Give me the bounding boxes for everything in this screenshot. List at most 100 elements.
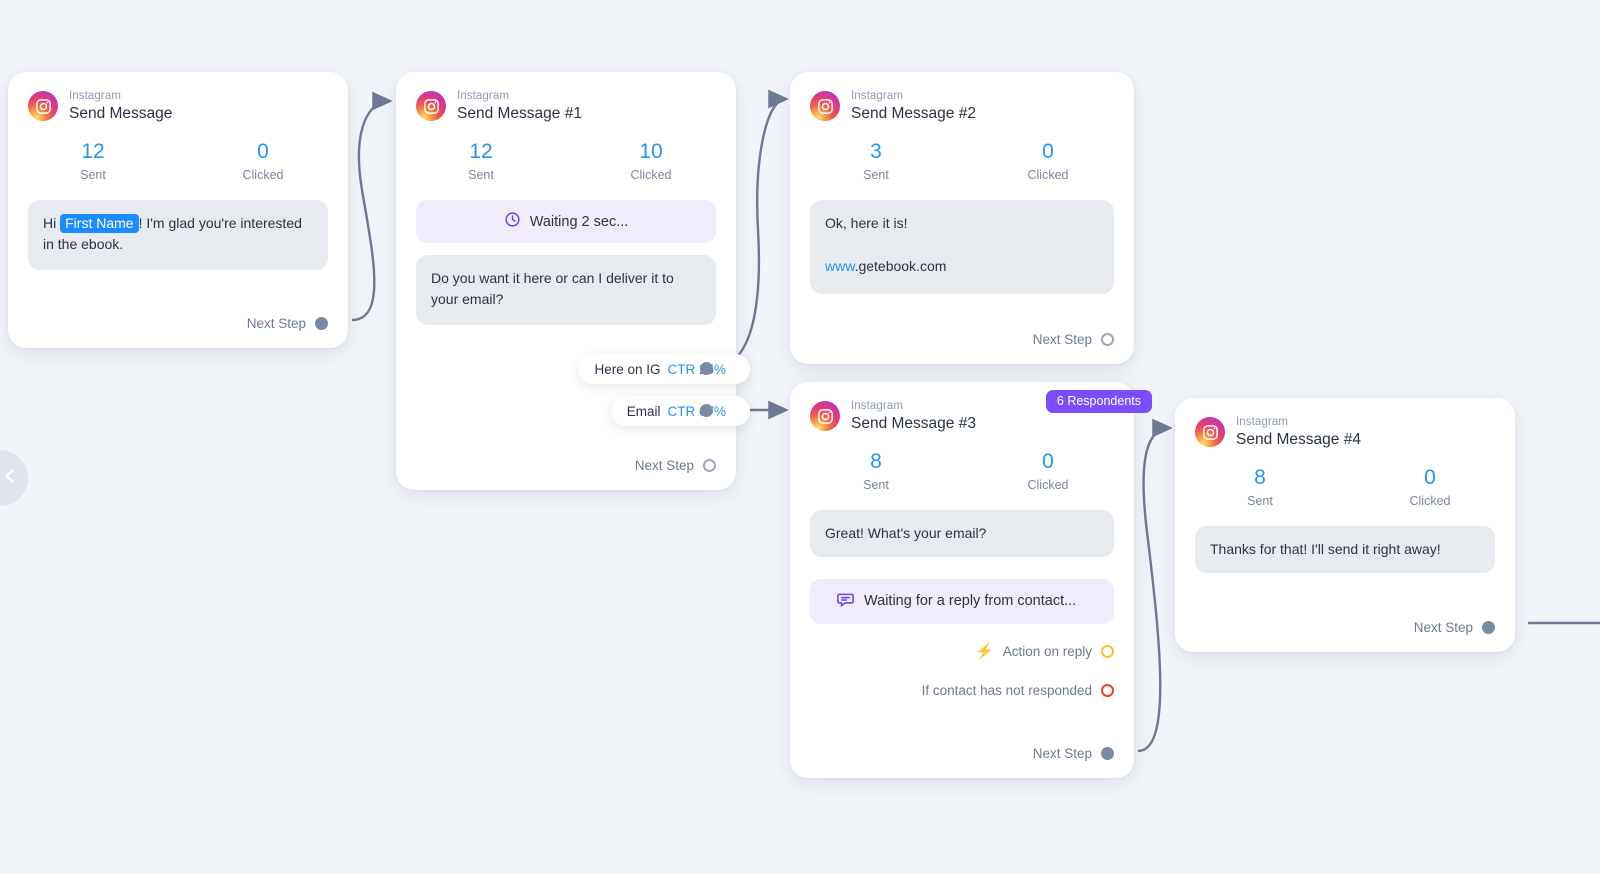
choice-dot-here-on-ig[interactable] <box>700 362 713 375</box>
message-bubble[interactable]: Thanks for that! I'll send it right away… <box>1195 526 1495 572</box>
card-title: Send Message #2 <box>851 105 976 122</box>
card-stats: 8 Sent 0 Clicked <box>790 436 1134 498</box>
flow-card-send-message-1[interactable]: Instagram Send Message #1 12 Sent 10 Cli… <box>396 72 736 490</box>
stat-clicked: 10 Clicked <box>566 140 736 182</box>
stat-label: Sent <box>1175 494 1345 508</box>
message-text: Ok, here it is! <box>825 213 1099 233</box>
card-header: Instagram Send Message <box>8 72 348 126</box>
choice-dot-email[interactable] <box>700 404 713 417</box>
next-step-label: Next Step <box>247 316 306 331</box>
stat-value: 0 <box>962 140 1134 163</box>
stat-value: 10 <box>566 140 736 163</box>
lightning-bolt-icon: ⚡ <box>975 644 994 659</box>
connector-dot[interactable] <box>1482 621 1495 634</box>
instagram-icon <box>810 401 840 431</box>
collapse-panel-button[interactable] <box>0 450 28 506</box>
card-title: Send Message #4 <box>1236 431 1361 448</box>
stat-clicked: 0 Clicked <box>178 140 348 182</box>
instagram-icon <box>810 91 840 121</box>
connector-3-to-4 <box>1138 428 1170 751</box>
instagram-icon <box>1195 417 1225 447</box>
branch-action-on-reply[interactable]: ⚡ Action on reply <box>975 644 1114 659</box>
card-channel: Instagram <box>1236 416 1361 429</box>
chevron-left-icon <box>1 467 19 490</box>
next-step-send-message-1[interactable]: Next Step <box>635 458 716 473</box>
stat-value: 8 <box>790 450 962 473</box>
choice-button-here-on-ig[interactable]: Here on IG CTR 25% <box>578 354 750 384</box>
message-bubble[interactable]: Ok, here it is! www.getebook.com <box>810 200 1114 294</box>
message-bubble[interactable]: Great! What's your email? <box>810 510 1114 556</box>
message-bubble[interactable]: Do you want it here or can I deliver it … <box>416 255 716 325</box>
card-header: Instagram Send Message #2 <box>790 72 1134 126</box>
message-prefix: Hi <box>43 215 60 231</box>
connector-ring[interactable] <box>703 459 716 472</box>
flow-card-send-message[interactable]: Instagram Send Message 12 Sent 0 Clicked… <box>8 72 348 348</box>
stat-label: Sent <box>396 168 566 182</box>
instagram-icon <box>28 91 58 121</box>
flow-card-send-message-2[interactable]: Instagram Send Message #2 3 Sent 0 Click… <box>790 72 1134 364</box>
connector-dot[interactable] <box>1101 747 1114 760</box>
clock-icon <box>504 211 521 232</box>
stat-value: 12 <box>396 140 566 163</box>
choice-label: Here on IG <box>594 362 660 377</box>
next-step-send-message-4[interactable]: Next Step <box>1414 620 1495 635</box>
stat-clicked: 0 Clicked <box>962 140 1134 182</box>
flow-canvas[interactable]: Instagram Send Message 12 Sent 0 Clicked… <box>0 0 1600 874</box>
card-title: Send Message <box>69 105 172 122</box>
respondents-badge[interactable]: 6 Respondents <box>1046 390 1152 413</box>
next-step-send-message[interactable]: Next Step <box>247 316 328 331</box>
card-channel: Instagram <box>851 90 976 103</box>
stat-sent: 12 Sent <box>8 140 178 182</box>
stat-clicked: 0 Clicked <box>962 450 1134 492</box>
card-header: Instagram Send Message #3 6 Respondents <box>790 382 1134 436</box>
branch-label: If contact has not responded <box>922 683 1092 698</box>
card-channel: Instagram <box>851 400 976 413</box>
connector-send-message-to-1 <box>352 101 390 320</box>
stat-label: Sent <box>790 478 962 492</box>
wait-for-reply-step[interactable]: Waiting for a reply from contact... <box>810 579 1114 624</box>
card-channel: Instagram <box>69 90 172 103</box>
stat-label: Clicked <box>1345 494 1515 508</box>
connector-ring[interactable] <box>1101 333 1114 346</box>
card-channel: Instagram <box>457 90 582 103</box>
connector-ring[interactable] <box>1101 684 1114 697</box>
message-link[interactable]: www.getebook.com <box>825 256 1099 276</box>
card-stats: 8 Sent 0 Clicked <box>1175 452 1515 514</box>
merge-tag-first-name[interactable]: First Name <box>60 214 138 233</box>
stat-label: Sent <box>8 168 178 182</box>
next-step-label: Next Step <box>1414 620 1473 635</box>
next-step-label: Next Step <box>635 458 694 473</box>
choice-label: Email <box>627 404 661 419</box>
stat-label: Clicked <box>566 168 736 182</box>
next-step-send-message-2[interactable]: Next Step <box>1033 332 1114 347</box>
delay-label: Waiting 2 sec... <box>530 214 629 230</box>
delay-step[interactable]: Waiting 2 sec... <box>416 200 716 243</box>
branch-not-responded[interactable]: If contact has not responded <box>922 683 1114 698</box>
link-prefix: www <box>825 258 855 274</box>
link-rest: .getebook.com <box>855 258 947 274</box>
connector-dot[interactable] <box>315 317 328 330</box>
wait-reply-label: Waiting for a reply from contact... <box>864 593 1076 609</box>
next-step-label: Next Step <box>1033 746 1092 761</box>
stat-value: 8 <box>1175 466 1345 489</box>
choice-button-email[interactable]: Email CTR 67% <box>611 396 750 426</box>
choice-ctr: CTR 25% <box>667 362 726 377</box>
stat-value: 0 <box>1345 466 1515 489</box>
connector-ring[interactable] <box>1101 645 1114 658</box>
stat-sent: 8 Sent <box>790 450 962 492</box>
card-title: Send Message #1 <box>457 105 582 122</box>
next-step-send-message-3[interactable]: Next Step <box>1033 746 1114 761</box>
stat-sent: 3 Sent <box>790 140 962 182</box>
stat-value: 0 <box>178 140 348 163</box>
stat-label: Sent <box>790 168 962 182</box>
stat-clicked: 0 Clicked <box>1345 466 1515 508</box>
message-bubble[interactable]: Hi First Name! I'm glad you're intereste… <box>28 200 328 270</box>
card-stats: 12 Sent 10 Clicked <box>396 126 736 188</box>
next-step-label: Next Step <box>1033 332 1092 347</box>
flow-card-send-message-3[interactable]: Instagram Send Message #3 6 Respondents … <box>790 382 1134 778</box>
card-header: Instagram Send Message #4 <box>1175 398 1515 452</box>
card-stats: 3 Sent 0 Clicked <box>790 126 1134 188</box>
flow-card-send-message-4[interactable]: Instagram Send Message #4 8 Sent 0 Click… <box>1175 398 1515 652</box>
stat-sent: 12 Sent <box>396 140 566 182</box>
stat-value: 0 <box>962 450 1134 473</box>
